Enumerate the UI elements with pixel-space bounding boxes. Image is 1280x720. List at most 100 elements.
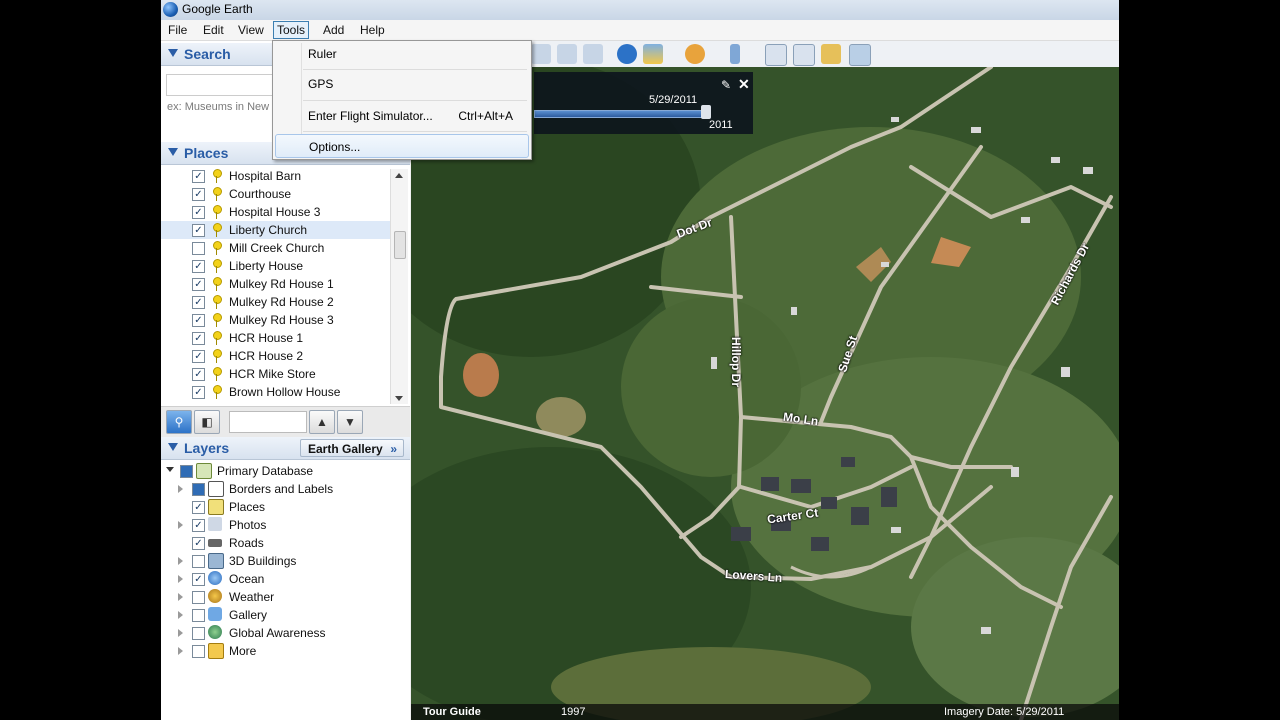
layer-item[interactable]: ✓ Places bbox=[161, 498, 410, 516]
wrench-icon[interactable]: ✎ bbox=[721, 78, 731, 92]
place-checkbox[interactable]: ✓ bbox=[192, 224, 205, 237]
layer-item[interactable]: Borders and Labels bbox=[161, 480, 410, 498]
place-checkbox[interactable]: ✓ bbox=[192, 188, 205, 201]
tour-guide-button[interactable]: Tour Guide bbox=[423, 706, 481, 718]
layer-checkbox[interactable] bbox=[192, 645, 205, 658]
menu-item-options[interactable]: Options... bbox=[275, 134, 529, 158]
place-checkbox[interactable]: ✓ bbox=[192, 332, 205, 345]
sunlight-icon[interactable] bbox=[643, 44, 663, 64]
add-path-icon[interactable] bbox=[531, 44, 551, 64]
layer-checkbox[interactable] bbox=[192, 609, 205, 622]
layer-item[interactable]: Gallery bbox=[161, 606, 410, 624]
place-item[interactable]: ✓ Hospital House 3 bbox=[161, 203, 391, 221]
email-icon[interactable] bbox=[765, 44, 787, 66]
layer-checkbox[interactable] bbox=[192, 483, 205, 496]
layers-panel-header[interactable]: Layers Earth Gallery » bbox=[161, 437, 410, 460]
place-label: Liberty House bbox=[229, 259, 304, 273]
place-item[interactable]: ✓ HCR Mike Store bbox=[161, 365, 391, 383]
layer-item[interactable]: 3D Buildings bbox=[161, 552, 410, 570]
layer-item[interactable]: More bbox=[161, 642, 410, 660]
menu-bar: File Edit View Tools Add Help bbox=[161, 20, 1119, 41]
upload-icon[interactable] bbox=[849, 44, 871, 66]
place-checkbox[interactable]: ✓ bbox=[192, 314, 205, 327]
ruler-icon[interactable] bbox=[730, 44, 740, 64]
expanded-triangle-icon[interactable] bbox=[166, 467, 174, 472]
close-icon[interactable]: ✕ bbox=[738, 76, 750, 93]
place-item[interactable]: ✓ Courthouse bbox=[161, 185, 391, 203]
expand-triangle-icon[interactable] bbox=[178, 593, 183, 601]
place-item[interactable]: ✓ Brown Hollow House bbox=[161, 383, 391, 401]
expand-triangle-icon[interactable] bbox=[178, 485, 183, 493]
menu-help[interactable]: Help bbox=[357, 22, 388, 38]
print-icon[interactable] bbox=[793, 44, 815, 66]
expand-triangle-icon[interactable] bbox=[178, 557, 183, 565]
planets-icon[interactable] bbox=[685, 44, 705, 64]
layer-checkbox[interactable] bbox=[192, 591, 205, 604]
earth-gallery-button[interactable]: Earth Gallery » bbox=[300, 439, 404, 457]
places-scrollbar[interactable] bbox=[390, 169, 408, 404]
menu-item-ruler[interactable]: Ruler bbox=[275, 42, 529, 66]
layer-item[interactable]: ✓ Ocean bbox=[161, 570, 410, 588]
toggle-panel-button[interactable]: ◧ bbox=[194, 410, 220, 434]
layer-item[interactable]: Weather bbox=[161, 588, 410, 606]
place-checkbox[interactable]: ✓ bbox=[192, 260, 205, 273]
search-input[interactable] bbox=[166, 74, 277, 96]
layer-root[interactable]: Primary Database bbox=[161, 462, 410, 480]
add-overlay-icon[interactable] bbox=[557, 44, 577, 64]
layer-item[interactable]: Global Awareness bbox=[161, 624, 410, 642]
place-item[interactable]: ✓ Mulkey Rd House 1 bbox=[161, 275, 391, 293]
scroll-down-icon[interactable] bbox=[395, 396, 403, 401]
place-checkbox[interactable]: ✓ bbox=[192, 296, 205, 309]
place-checkbox[interactable]: ✓ bbox=[192, 170, 205, 183]
place-item[interactable]: Mill Creek Church bbox=[161, 239, 391, 257]
places-filter-input[interactable] bbox=[229, 411, 307, 433]
scroll-up-icon[interactable] bbox=[395, 173, 403, 178]
record-tour-icon[interactable] bbox=[583, 44, 603, 64]
place-checkbox[interactable]: ✓ bbox=[192, 368, 205, 381]
scroll-thumb[interactable] bbox=[394, 231, 406, 259]
time-slider-track[interactable] bbox=[534, 110, 706, 118]
place-item[interactable]: ✓ HCR House 2 bbox=[161, 347, 391, 365]
layer-item[interactable]: ✓ Roads bbox=[161, 534, 410, 552]
expand-triangle-icon[interactable] bbox=[178, 575, 183, 583]
place-checkbox[interactable]: ✓ bbox=[192, 350, 205, 363]
place-item[interactable]: ✓ HCR House 1 bbox=[161, 329, 391, 347]
pushpin-icon bbox=[211, 331, 222, 345]
layer-checkbox[interactable] bbox=[192, 555, 205, 568]
place-checkbox[interactable]: ✓ bbox=[192, 386, 205, 399]
menu-add[interactable]: Add bbox=[320, 22, 347, 38]
layer-checkbox[interactable]: ✓ bbox=[192, 501, 205, 514]
expand-triangle-icon[interactable] bbox=[178, 521, 183, 529]
place-checkbox[interactable]: ✓ bbox=[192, 206, 205, 219]
expand-triangle-icon[interactable] bbox=[178, 611, 183, 619]
place-checkbox[interactable]: ✓ bbox=[192, 278, 205, 291]
place-item[interactable]: ✓ Liberty House bbox=[161, 257, 391, 275]
place-label: Brown Hollow House bbox=[229, 385, 341, 399]
time-slider-thumb[interactable] bbox=[701, 105, 711, 119]
menu-item-gps[interactable]: GPS bbox=[275, 72, 529, 96]
search-places-button[interactable]: ⚲ bbox=[166, 410, 192, 434]
place-item[interactable]: ✓ Hospital Barn bbox=[161, 169, 391, 185]
menu-item-flight-simulator[interactable]: Enter Flight Simulator... Ctrl+Alt+A bbox=[275, 104, 529, 128]
layer-checkbox[interactable] bbox=[180, 465, 193, 478]
menu-view[interactable]: View bbox=[235, 22, 267, 38]
menu-edit[interactable]: Edit bbox=[200, 22, 227, 38]
expand-triangle-icon[interactable] bbox=[178, 647, 183, 655]
menu-file[interactable]: File bbox=[165, 22, 190, 38]
view-in-maps-icon[interactable] bbox=[821, 44, 841, 64]
historical-imagery-icon[interactable] bbox=[617, 44, 637, 64]
map-view[interactable]: Dot Dr Hillop Dr Sue St Richards Dr Mo L… bbox=[411, 67, 1119, 720]
move-up-button[interactable]: ▲ bbox=[309, 410, 335, 434]
place-item-selected[interactable]: ✓ Liberty Church bbox=[161, 221, 391, 239]
layer-checkbox[interactable] bbox=[192, 627, 205, 640]
layer-checkbox[interactable]: ✓ bbox=[192, 573, 205, 586]
move-down-button[interactable]: ▼ bbox=[337, 410, 363, 434]
place-item[interactable]: ✓ Mulkey Rd House 3 bbox=[161, 311, 391, 329]
layer-item[interactable]: ✓ Photos bbox=[161, 516, 410, 534]
menu-tools[interactable]: Tools bbox=[273, 21, 310, 39]
place-checkbox[interactable] bbox=[192, 242, 205, 255]
layer-checkbox[interactable]: ✓ bbox=[192, 519, 205, 532]
expand-triangle-icon[interactable] bbox=[178, 629, 183, 637]
place-item[interactable]: ✓ Mulkey Rd House 2 bbox=[161, 293, 391, 311]
layer-checkbox[interactable]: ✓ bbox=[192, 537, 205, 550]
